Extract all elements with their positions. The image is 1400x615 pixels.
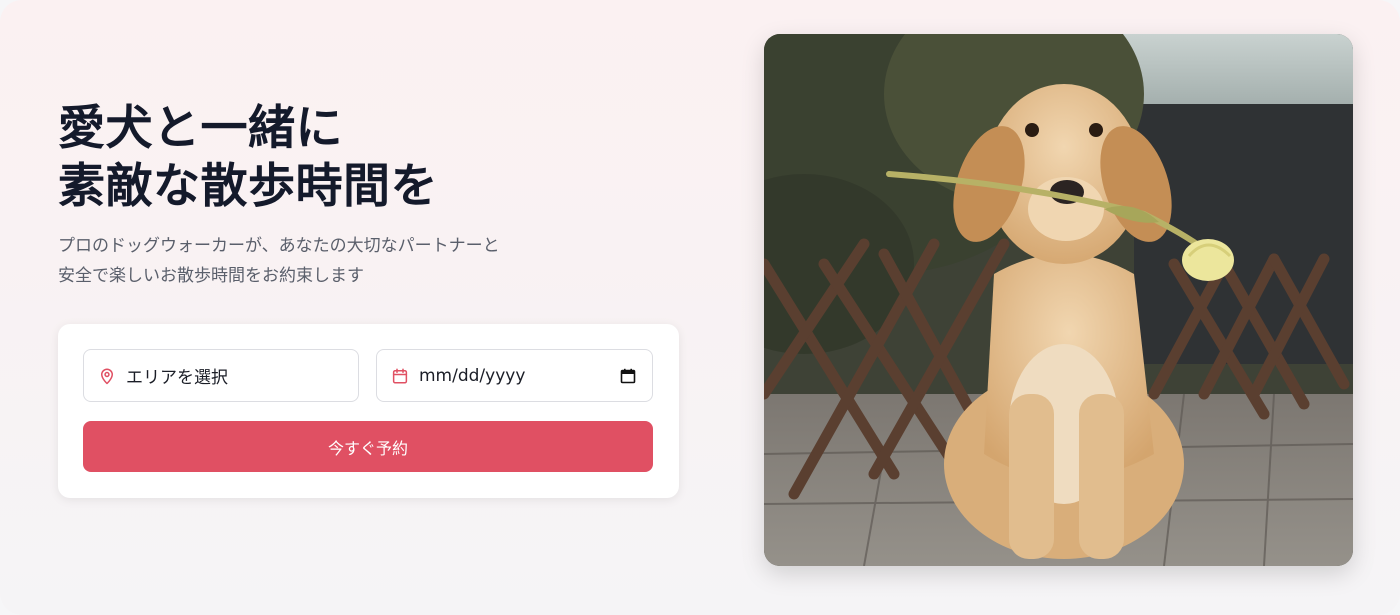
map-pin-icon xyxy=(98,367,116,385)
calendar-picker-icon[interactable] xyxy=(620,368,636,384)
hero-section: 愛犬と一緒に 素敵な散歩時間を プロのドッグウォーカーが、あなたの大切なパートナ… xyxy=(0,0,1400,615)
hero-dog-image xyxy=(764,34,1353,566)
book-now-button[interactable]: 今すぐ予約 xyxy=(83,421,653,472)
area-select[interactable]: エリアを選択 xyxy=(83,349,359,402)
date-input-value: mm/dd/yyyy xyxy=(419,365,526,386)
hero-subtitle-line-2: 安全で楽しいお散歩時間をお約束します xyxy=(58,266,364,286)
area-select-label: エリアを選択 xyxy=(126,368,228,388)
hero-subtitle-line-1: プロのドッグウォーカーが、あなたの大切なパートナーと xyxy=(58,236,500,256)
calendar-icon xyxy=(391,367,409,385)
hero-title-line-2: 素敵な散歩時間を xyxy=(58,159,438,214)
booking-card: エリアを選択 mm/dd/yyyy 今すぐ予約 xyxy=(58,324,679,498)
hero-title-line-1: 愛犬と一緒に xyxy=(58,101,343,156)
hero-title: 愛犬と一緒に 素敵な散歩時間を xyxy=(58,100,438,216)
date-input[interactable]: mm/dd/yyyy xyxy=(376,349,653,402)
hero-subtitle: プロのドッグウォーカーが、あなたの大切なパートナーと 安全で楽しいお散歩時間をお… xyxy=(58,231,500,291)
